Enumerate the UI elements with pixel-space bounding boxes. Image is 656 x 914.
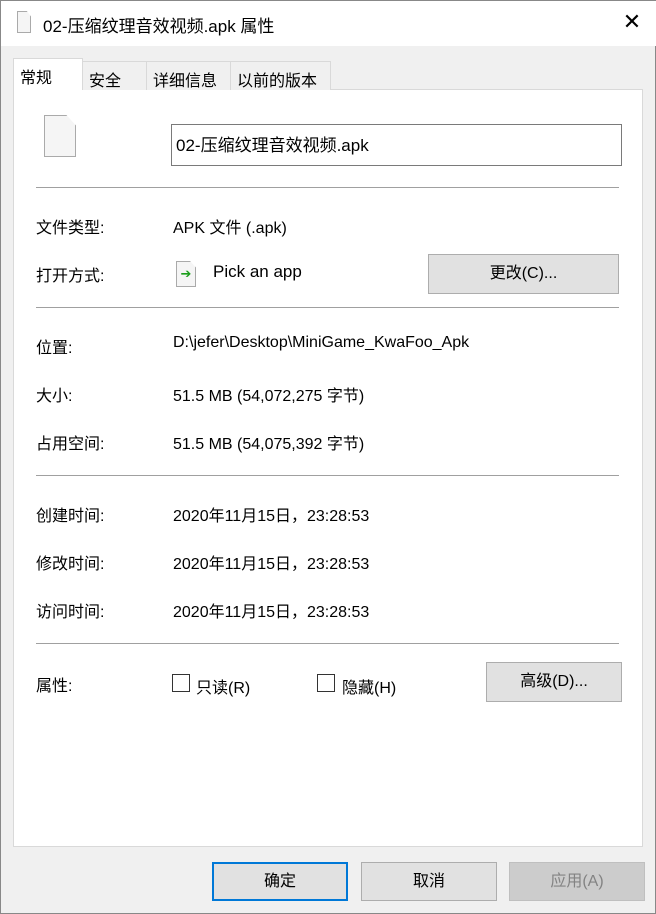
file-icon-large (44, 115, 76, 157)
tab-details[interactable]: 详细信息 (146, 61, 231, 90)
created-value: 2020年11月15日，23:28:53 (173, 508, 370, 525)
modified-value: 2020年11月15日，23:28:53 (173, 556, 370, 573)
pick-app-icon: ➔ (176, 261, 196, 287)
divider (36, 307, 619, 308)
hidden-label[interactable]: 隐藏(H) (342, 674, 396, 698)
hidden-checkbox[interactable] (317, 674, 335, 692)
divider (36, 643, 619, 644)
cancel-button[interactable]: 取消 (361, 862, 497, 901)
divider (36, 475, 619, 476)
tab-panel-general (13, 89, 643, 847)
advanced-button[interactable]: 高级(D)... (486, 662, 622, 702)
tab-security[interactable]: 安全 (82, 61, 147, 90)
size-value: 51.5 MB (54,072,275 字节) (173, 388, 365, 405)
readonly-label[interactable]: 只读(R) (196, 674, 250, 698)
location-value: D:\jefer\Desktop\MiniGame_KwaFoo_Apk (173, 334, 470, 351)
modified-label: 修改时间: (36, 556, 105, 573)
location-label: 位置: (36, 340, 73, 357)
disk-size-label: 占用空间: (36, 436, 105, 453)
type-value: APK 文件 (.apk) (173, 220, 287, 237)
apply-button[interactable]: 应用(A) (509, 862, 645, 901)
tab-previous-versions[interactable]: 以前的版本 (230, 61, 331, 90)
opens-with-label: 打开方式: (36, 268, 105, 285)
opens-with-value: Pick an app (213, 262, 302, 281)
disk-size-value: 51.5 MB (54,075,392 字节) (173, 436, 365, 453)
close-icon[interactable]: ✕ (619, 9, 645, 35)
window-title: 02-压缩纹理音效视频.apk 属性 (43, 17, 275, 36)
file-icon (17, 11, 31, 33)
type-label: 文件类型: (36, 220, 105, 237)
attributes-label: 属性: (36, 678, 73, 695)
ok-button[interactable]: 确定 (212, 862, 348, 901)
filename-input[interactable]: 02-压缩纹理音效视频.apk (171, 124, 622, 166)
readonly-checkbox[interactable] (172, 674, 190, 692)
accessed-value: 2020年11月15日，23:28:53 (173, 604, 370, 621)
accessed-label: 访问时间: (36, 604, 105, 621)
change-button[interactable]: 更改(C)... (428, 254, 619, 294)
size-label: 大小: (36, 388, 73, 405)
divider (36, 187, 619, 188)
tab-general[interactable]: 常规 (13, 58, 83, 90)
created-label: 创建时间: (36, 508, 105, 525)
